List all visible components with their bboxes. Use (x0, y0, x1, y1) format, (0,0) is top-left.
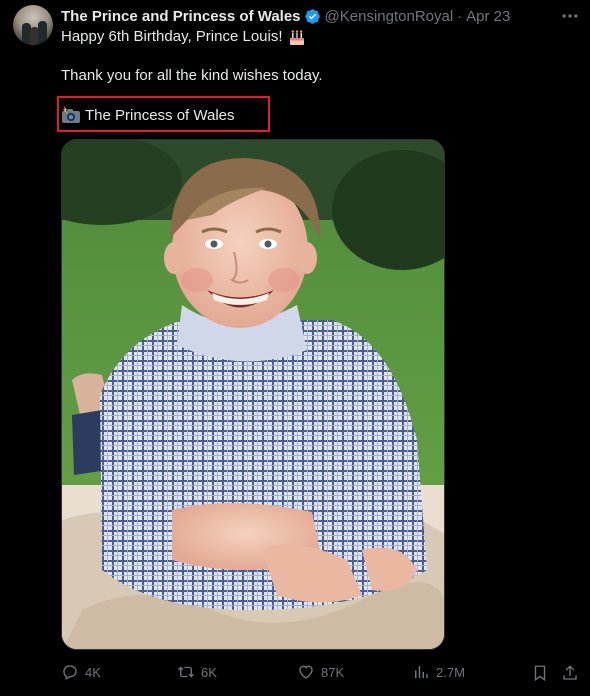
tweet-date[interactable]: Apr 23 (466, 8, 510, 25)
tweet-header: The Prince and Princess of Wales @Kensin… (61, 6, 510, 26)
bookmark-icon[interactable] (531, 664, 549, 682)
separator-dot: · (457, 7, 463, 25)
retweet-button[interactable]: 6K (177, 663, 217, 681)
views-count: 2.7M (436, 664, 465, 680)
author-handle[interactable]: @KensingtonRoyal (325, 8, 454, 25)
tweet-actions: 4K 6K 87K 2.7M (0, 663, 590, 685)
views-button[interactable]: 2.7M (412, 663, 465, 681)
retweet-count: 6K (201, 664, 217, 680)
retweet-icon (178, 666, 194, 678)
more-icon[interactable] (560, 6, 580, 26)
views-icon (415, 666, 428, 678)
birthday-cake-icon (289, 30, 304, 45)
birthday-text: Happy 6th Birthday, Prince Louis! (61, 28, 283, 45)
share-icon[interactable] (561, 664, 579, 682)
like-button[interactable]: 87K (297, 663, 344, 681)
tweet-text-line1: Happy 6th Birthday, Prince Louis! (61, 27, 307, 47)
author-name[interactable]: The Prince and Princess of Wales (61, 8, 301, 25)
avatar[interactable] (13, 5, 53, 45)
camera-flash-icon (62, 106, 80, 123)
credit-label: The Princess of Wales (85, 106, 235, 124)
tweet[interactable]: The Prince and Princess of Wales @Kensin… (0, 0, 590, 696)
tweet-photo[interactable] (61, 139, 445, 650)
reply-button[interactable]: 4K (61, 663, 101, 681)
prince-louis-photo (62, 140, 444, 649)
reply-icon (63, 665, 77, 680)
like-icon (299, 665, 313, 679)
reply-count: 4K (85, 664, 101, 680)
tweet-text-line2: Thank you for all the kind wishes today. (61, 67, 323, 84)
like-count: 87K (321, 664, 345, 680)
photo-credit: The Princess of Wales (61, 106, 235, 124)
verified-badge-icon (304, 8, 320, 24)
